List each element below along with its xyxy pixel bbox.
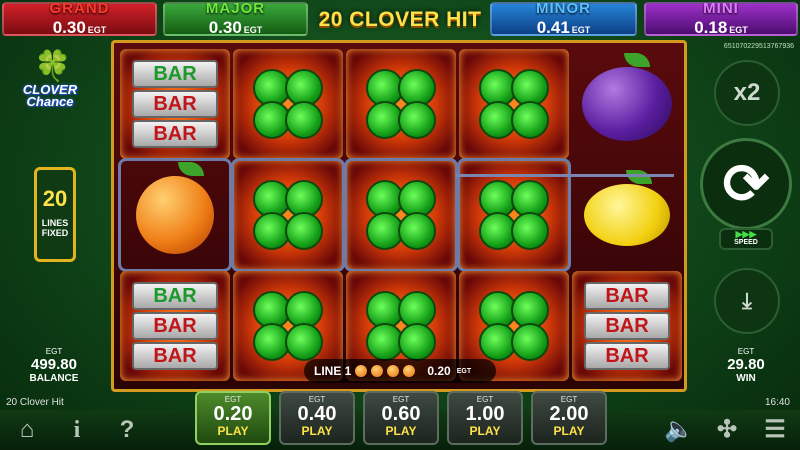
clover-symbol-icon bbox=[247, 174, 329, 256]
reel-cell bbox=[118, 158, 232, 272]
info-icon[interactable]: i bbox=[62, 416, 92, 444]
autoplay-button[interactable]: ⤓ bbox=[714, 268, 780, 334]
reel-cell bbox=[231, 158, 345, 272]
multiplier-button[interactable]: x2 bbox=[714, 60, 780, 126]
bar-symbol-icon: BAR BAR BAR bbox=[130, 282, 220, 370]
bet-play-label: PLAY bbox=[385, 424, 417, 438]
balance-label: BALANCE bbox=[29, 373, 79, 384]
clover-symbol-icon bbox=[247, 63, 329, 145]
balance-currency: EGT bbox=[45, 347, 63, 356]
bar-symbol-icon: BAR BAR BAR bbox=[582, 282, 672, 370]
bet-button[interactable]: EGT 0.40 PLAY bbox=[279, 391, 355, 445]
reel-cell: BAR BAR BAR bbox=[120, 49, 230, 159]
sound-icon[interactable]: 🔈 bbox=[664, 416, 694, 444]
bet-value: 1.00 bbox=[465, 403, 505, 425]
reel-cell bbox=[344, 158, 458, 272]
jackpot-major: MAJOR 0.30 EGT bbox=[163, 0, 308, 37]
jackpot-minor: MINOR 0.41 EGT bbox=[490, 0, 637, 37]
clover-symbol-icon bbox=[360, 285, 442, 367]
reel-cell: BAR BAR BAR bbox=[572, 271, 682, 381]
bet-play-label: PLAY bbox=[301, 424, 333, 438]
bet-button[interactable]: EGT 2.00 PLAY bbox=[531, 391, 607, 445]
orange-symbol-icon bbox=[136, 162, 214, 254]
menu-icon[interactable]: ☰ bbox=[760, 416, 790, 444]
clover-symbol-icon bbox=[473, 174, 555, 256]
line-win-currency: EGT bbox=[456, 367, 472, 375]
spin-button[interactable]: ⟳ bbox=[700, 138, 792, 230]
lemon-symbol-icon bbox=[584, 170, 670, 246]
reel-cell bbox=[572, 49, 682, 159]
speed-button[interactable]: ▶▶▶ SPEED bbox=[719, 228, 773, 250]
balance-amount: 499.80 bbox=[31, 356, 77, 373]
home-icon[interactable]: ⌂ bbox=[12, 416, 42, 444]
bet-button[interactable]: EGT 1.00 PLAY bbox=[447, 391, 523, 445]
lines-indicator: 20 LINES FIXED bbox=[34, 167, 76, 262]
line-win-info: LINE 1 0.20 EGT bbox=[304, 359, 496, 383]
clover-logo-icon: 🍀 bbox=[34, 50, 72, 83]
clover-symbol-icon bbox=[473, 285, 555, 367]
win-label: WIN bbox=[736, 373, 756, 384]
jackpot-mini: MINI 0.18 EGT bbox=[644, 0, 798, 37]
coin-icon bbox=[403, 365, 416, 377]
bet-value: 0.40 bbox=[297, 403, 337, 425]
clover-symbol-icon bbox=[360, 63, 442, 145]
coin-icon bbox=[371, 365, 384, 377]
logo-line2: Chance bbox=[26, 94, 74, 109]
plum-symbol-icon bbox=[582, 53, 672, 141]
jackpot-grand: GRAND 0.30 EGT bbox=[2, 0, 157, 37]
lines-count: 20 bbox=[42, 186, 68, 211]
jackpot-minor-value: 0.41 EGT bbox=[536, 18, 591, 37]
clock: 16:40 bbox=[764, 397, 790, 408]
bet-value: 2.00 bbox=[549, 403, 589, 425]
jackpot-grand-name: GRAND bbox=[49, 0, 110, 17]
lines-fixed-label: FIXED bbox=[41, 228, 69, 238]
clover-chance-logo: 🍀 CLOVER Chance bbox=[12, 52, 88, 114]
game-title: 20 CLOVER HIT bbox=[318, 8, 482, 31]
win-display: EGT 29.80 WIN bbox=[706, 347, 786, 384]
bet-value: 0.20 bbox=[213, 403, 253, 425]
game-name: 20 Clover Hit bbox=[6, 397, 64, 408]
lines-label: LINES bbox=[41, 218, 69, 228]
jackpot-mini-name: MINI bbox=[703, 0, 739, 17]
bet-button[interactable]: EGT 0.60 PLAY bbox=[363, 391, 439, 445]
bet-play-label: PLAY bbox=[217, 424, 249, 438]
bet-button[interactable]: EGT 0.20 PLAY bbox=[195, 391, 271, 445]
jackpot-grand-value: 0.30 EGT bbox=[52, 18, 107, 37]
reel-cell bbox=[346, 49, 456, 159]
payline bbox=[456, 174, 674, 177]
jackpot-major-value: 0.30 EGT bbox=[208, 18, 263, 37]
bet-buttons: EGT 0.20 PLAY EGT 0.40 PLAY EGT 0.60 PLAY EGT 1.00… bbox=[195, 391, 607, 445]
bet-play-label: PLAY bbox=[553, 424, 585, 438]
reel-cell bbox=[233, 49, 343, 159]
autoplay-icon: ⤓ bbox=[742, 288, 752, 313]
clover-symbol-icon bbox=[473, 63, 555, 145]
ticket-id: 651070229513767936 bbox=[723, 43, 794, 50]
coin-icon bbox=[387, 365, 400, 377]
help-icon[interactable]: ? bbox=[112, 416, 142, 444]
balance-display: EGT 499.80 BALANCE bbox=[8, 347, 100, 384]
bar-symbol-icon: BAR BAR BAR bbox=[130, 60, 220, 148]
reel-cell: BAR BAR BAR bbox=[120, 271, 230, 381]
fast-forward-icon: ▶▶▶ bbox=[735, 229, 757, 239]
fullscreen-icon[interactable]: ✣ bbox=[712, 416, 742, 444]
line-win-amount: 0.20 bbox=[427, 364, 451, 378]
speed-label: SPEED bbox=[734, 239, 758, 246]
jackpot-mini-value: 0.18 EGT bbox=[694, 18, 748, 37]
clover-symbol-icon bbox=[247, 285, 329, 367]
win-amount: 29.80 bbox=[727, 356, 765, 373]
reel-cell bbox=[459, 49, 569, 159]
spin-icon: ⟳ bbox=[722, 152, 770, 215]
line-label: LINE 1 bbox=[314, 364, 352, 378]
jackpot-minor-name: MINOR bbox=[536, 0, 591, 17]
coin-icon bbox=[355, 365, 368, 377]
bet-value: 0.60 bbox=[381, 403, 421, 425]
jackpot-major-name: MAJOR bbox=[205, 0, 266, 17]
clover-symbol-icon bbox=[360, 174, 442, 256]
win-currency: EGT bbox=[737, 347, 755, 356]
bet-play-label: PLAY bbox=[469, 424, 501, 438]
